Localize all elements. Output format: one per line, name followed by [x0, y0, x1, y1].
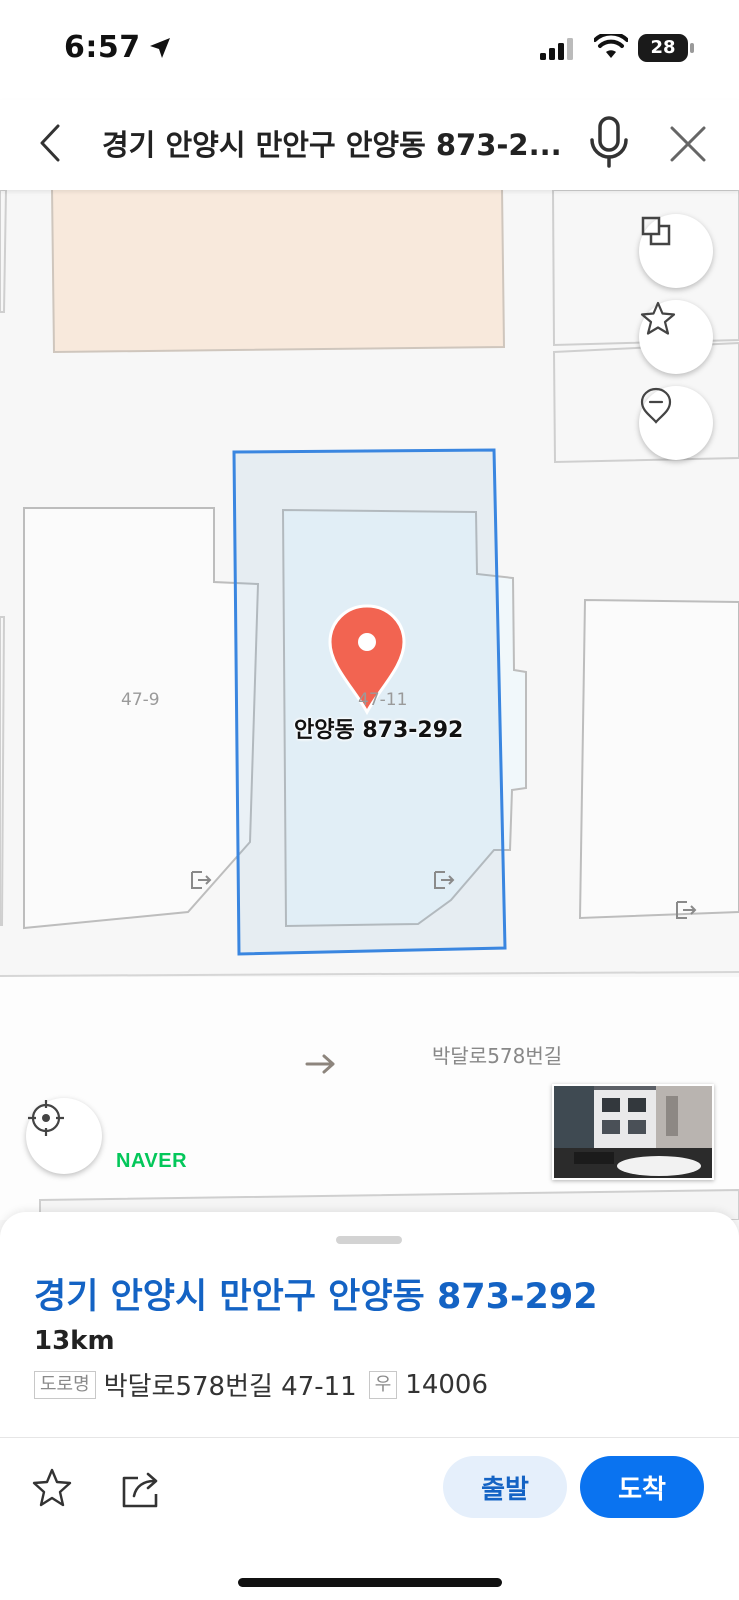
- current-location-button[interactable]: [26, 1098, 102, 1174]
- pin-label: 안양동 873-292: [294, 718, 464, 743]
- layers-icon: [641, 216, 671, 246]
- pin-outline-icon: [640, 387, 672, 424]
- map-view[interactable]: 47-9 47-11 안양동 873-292 박달로578번길: [0, 190, 739, 1220]
- back-arrow-icon[interactable]: [28, 118, 78, 168]
- place-title[interactable]: 경기 안양시 만안구 안양동 873-292: [34, 1268, 598, 1319]
- parcel-label: 47-9: [121, 690, 160, 710]
- place-bottom-sheet: 경기 안양시 만안구 안양동 873-292 13km 도로명 박달로578번길…: [0, 1212, 739, 1600]
- battery-nub: [690, 43, 694, 53]
- arrive-button[interactable]: 도착: [580, 1456, 704, 1518]
- current-location-icon: [28, 1100, 64, 1136]
- building-block: [51, 190, 506, 354]
- pin-toggle-button[interactable]: [639, 386, 713, 460]
- parcel-label: 47-11: [358, 690, 408, 710]
- favorite-map-button[interactable]: [639, 300, 713, 374]
- road-address: 박달로578번길 47-11: [103, 1372, 357, 1402]
- naver-logo: NAVER: [116, 1150, 188, 1172]
- home-indicator[interactable]: [238, 1578, 502, 1587]
- parcel-47-9: [23, 507, 260, 930]
- road-address-tag: 도로명: [34, 1370, 96, 1399]
- location-arrow-icon: [150, 38, 170, 58]
- wifi-icon: [594, 34, 628, 58]
- roadview-thumbnail[interactable]: [552, 1084, 714, 1180]
- roadview-image: [554, 1086, 712, 1178]
- depart-button[interactable]: 출발: [443, 1456, 567, 1518]
- street-label: 박달로578번길: [432, 1044, 563, 1068]
- cellular-signal-icon: [540, 38, 573, 60]
- layers-button[interactable]: [639, 214, 713, 288]
- building-block: [0, 616, 6, 926]
- close-icon[interactable]: [664, 120, 712, 168]
- microphone-icon[interactable]: [586, 114, 632, 174]
- save-star-icon[interactable]: [30, 1466, 74, 1510]
- sheet-drag-handle[interactable]: [336, 1236, 402, 1244]
- distance-text: 13km: [34, 1326, 115, 1356]
- search-bar: 경기 안양시 만안구 안양동 873-2...: [0, 100, 739, 190]
- divider: [0, 1437, 739, 1438]
- postal-code: 14006: [405, 1369, 489, 1400]
- status-time: 6:57: [64, 30, 141, 65]
- building-block: [0, 190, 8, 313]
- building-block: [578, 598, 739, 920]
- search-query-text[interactable]: 경기 안양시 만안구 안양동 873-2...: [102, 122, 562, 164]
- share-icon[interactable]: [120, 1466, 164, 1510]
- status-bar: 6:57 28: [0, 0, 739, 100]
- postal-tag: 우: [368, 1370, 398, 1399]
- address-row: 도로명 박달로578번길 47-11 우 14006: [34, 1366, 500, 1403]
- star-icon: [640, 301, 676, 335]
- battery-indicator: 28: [638, 34, 688, 62]
